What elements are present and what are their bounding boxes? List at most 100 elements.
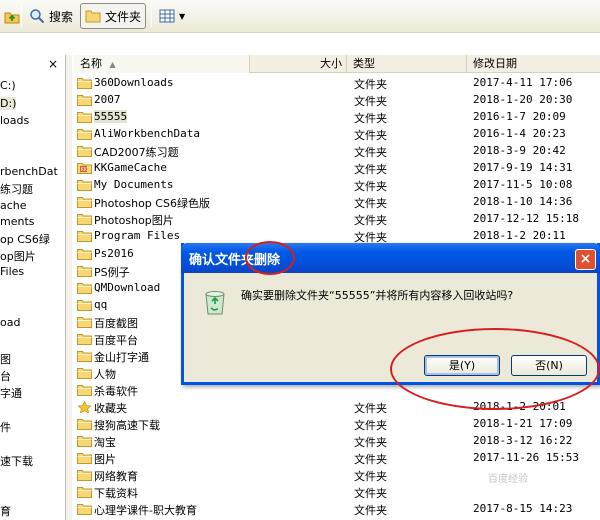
folder-icon bbox=[77, 300, 92, 311]
file-row[interactable]: KK KKGameCache 文件夹 2017-9-19 14:31 bbox=[74, 160, 600, 177]
file-name: 搜狗高速下载 bbox=[94, 419, 160, 432]
file-type: 文件夹 bbox=[354, 163, 387, 176]
file-type: 文件夹 bbox=[354, 112, 387, 125]
folder-tree-item[interactable]: 速下载 bbox=[0, 453, 33, 469]
folder-icon bbox=[77, 368, 92, 379]
file-row[interactable]: 淘宝 文件夹 2018-3-12 16:22 bbox=[74, 433, 600, 450]
folders-button[interactable]: 文件夹 bbox=[80, 3, 146, 29]
file-modified-date: 2017-9-19 14:31 bbox=[473, 161, 573, 174]
svg-text:KK: KK bbox=[81, 167, 88, 173]
folder-tree-item[interactable]: Files bbox=[0, 265, 24, 278]
file-row[interactable]: 55555 文件夹 2016-1-7 20:09 bbox=[74, 109, 600, 126]
folder-icon bbox=[77, 266, 92, 277]
file-modified-date: 2017-8-15 14:23 bbox=[473, 502, 573, 515]
file-type: 文件夹 bbox=[354, 146, 387, 159]
close-pane-icon[interactable]: × bbox=[48, 57, 58, 71]
file-name: 下载资料 bbox=[94, 487, 138, 500]
annotation-circle-buttons bbox=[390, 328, 600, 410]
file-row[interactable]: AliWorkbenchData 文件夹 2016-1-4 20:23 bbox=[74, 126, 600, 143]
file-row[interactable]: Photoshop图片 文件夹 2017-12-12 15:18 bbox=[74, 211, 600, 228]
folder-icon bbox=[77, 419, 92, 430]
recycle-bin-icon bbox=[205, 291, 225, 315]
folder-icon bbox=[77, 504, 92, 515]
file-row[interactable]: Photoshop CS6绿色版 文件夹 2018-1-10 14:36 bbox=[74, 194, 600, 211]
file-row[interactable]: My Documents 文件夹 2017-11-5 10:08 bbox=[74, 177, 600, 194]
views-icon bbox=[159, 9, 175, 23]
toolbar-separator bbox=[21, 5, 22, 27]
folder-tree-item[interactable]: ments bbox=[0, 215, 35, 228]
folder-icon bbox=[85, 10, 101, 23]
dialog-message: 确实要删除文件夹“55555”并将所有内容移入回收站吗? bbox=[241, 289, 514, 302]
dialog-titlebar[interactable]: 确认文件夹删除 × bbox=[181, 243, 600, 273]
folder-tree-item[interactable]: D:) bbox=[0, 97, 17, 110]
annotation-circle-title bbox=[245, 241, 295, 275]
file-name: 金山打字通 bbox=[94, 351, 149, 364]
file-type: 文件夹 bbox=[354, 470, 387, 483]
folder-tree-item[interactable]: op CS6绿 bbox=[0, 231, 50, 247]
search-button[interactable]: 搜索 bbox=[25, 3, 77, 29]
folder-icon bbox=[77, 385, 92, 396]
file-type: 文件夹 bbox=[354, 78, 387, 91]
file-modified-date: 2018-1-10 14:36 bbox=[473, 195, 573, 208]
folder-tree-item[interactable]: 育 bbox=[0, 503, 11, 519]
file-row[interactable]: 2007 文件夹 2018-1-20 20:30 bbox=[74, 92, 600, 109]
file-type: 文件夹 bbox=[354, 419, 387, 432]
up-folder-icon bbox=[4, 12, 20, 24]
folder-tree-item[interactable]: 练习题 bbox=[0, 181, 33, 197]
folder-tree-item[interactable]: op图片 bbox=[0, 248, 36, 264]
folder-tree-item[interactable]: 件 bbox=[0, 419, 11, 435]
file-name: Photoshop图片 bbox=[94, 214, 174, 227]
file-row[interactable]: 搜狗高速下载 文件夹 2018-1-21 17:09 bbox=[74, 416, 600, 433]
file-name: 360Downloads bbox=[94, 76, 174, 89]
file-type: 文件夹 bbox=[354, 95, 387, 108]
folder-tree-item[interactable]: 台 bbox=[0, 368, 11, 384]
file-type: 文件夹 bbox=[354, 214, 387, 227]
folder-tree-item[interactable]: C:) bbox=[0, 79, 16, 92]
file-modified-date: 2016-1-7 20:09 bbox=[473, 110, 566, 123]
folder-icon bbox=[77, 317, 92, 328]
column-header-row: 名称 ▲ 大小 类型 修改日期 bbox=[74, 55, 600, 73]
file-name: 百度平台 bbox=[94, 334, 138, 347]
file-type: 文件夹 bbox=[354, 436, 387, 449]
search-label: 搜索 bbox=[49, 9, 74, 24]
file-modified-date: 2017-12-12 15:18 bbox=[473, 212, 579, 225]
file-row[interactable]: 心理学课件-职大教育 文件夹 2017-8-15 14:23 bbox=[74, 501, 600, 518]
watermark: 百度经验 bbox=[488, 474, 528, 485]
favorites-star-icon bbox=[77, 401, 92, 413]
file-name: 网络教育 bbox=[94, 470, 138, 483]
folder-pane-scrollbar[interactable] bbox=[66, 55, 72, 520]
kk-folder-icon: KK bbox=[77, 163, 92, 174]
folder-tree-item[interactable]: oad bbox=[0, 316, 20, 329]
file-row[interactable]: 图片 文件夹 2017-11-26 15:53 bbox=[74, 450, 600, 467]
views-button[interactable]: ▼ bbox=[155, 3, 189, 29]
folder-icon bbox=[77, 283, 92, 294]
folder-tree-item[interactable]: loads bbox=[0, 114, 29, 127]
file-name: KKGameCache bbox=[94, 161, 167, 174]
file-type: 文件夹 bbox=[354, 453, 387, 466]
folder-tree-item[interactable]: ache bbox=[0, 199, 27, 212]
folder-tree-item[interactable]: rbenchDat bbox=[0, 165, 58, 178]
column-header-name[interactable]: 名称 ▲ bbox=[74, 55, 250, 73]
toolbar: 搜索 文件夹 ▼ bbox=[0, 0, 600, 33]
column-header-size[interactable]: 大小 bbox=[250, 55, 347, 73]
column-header-type[interactable]: 类型 bbox=[347, 55, 467, 73]
file-type: 文件夹 bbox=[354, 402, 387, 415]
file-name: 心理学课件-职大教育 bbox=[94, 504, 197, 517]
folder-icon bbox=[77, 487, 92, 498]
folder-icon bbox=[77, 214, 92, 225]
folder-icon bbox=[77, 112, 92, 123]
file-row[interactable]: CAD2007练习题 文件夹 2018-3-9 20:42 bbox=[74, 143, 600, 160]
file-name: 收藏夹 bbox=[94, 402, 127, 415]
folder-tree-item[interactable]: 字通 bbox=[0, 385, 22, 401]
folder-icon bbox=[77, 95, 92, 106]
file-name: QMDownload bbox=[94, 281, 161, 294]
folder-tree-item[interactable]: 图 bbox=[0, 351, 11, 367]
folder-icon bbox=[77, 146, 92, 157]
column-header-modified[interactable]: 修改日期 bbox=[467, 55, 600, 73]
file-row[interactable]: 下载资料 文件夹 bbox=[74, 484, 600, 501]
folder-icon bbox=[77, 453, 92, 464]
dialog-close-button[interactable]: × bbox=[575, 249, 596, 270]
file-name: Program Files bbox=[94, 229, 181, 242]
file-name: AliWorkbenchData bbox=[94, 127, 200, 140]
file-row[interactable]: 360Downloads 文件夹 2017-4-11 17:06 bbox=[74, 75, 600, 92]
